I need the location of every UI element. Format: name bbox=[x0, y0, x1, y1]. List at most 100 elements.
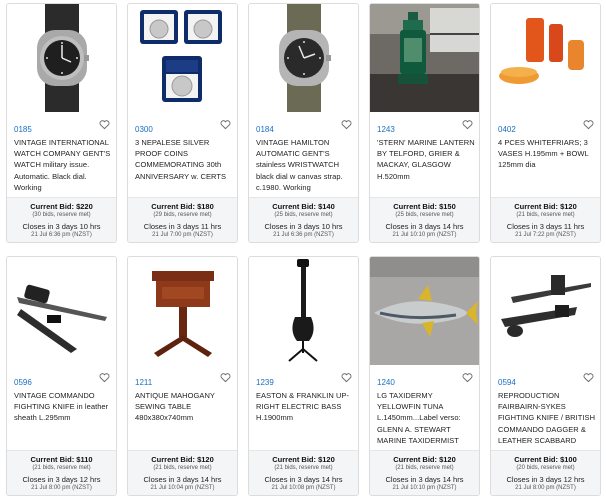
current-bid-label: Current Bid: bbox=[272, 202, 316, 211]
heart-outline-icon[interactable] bbox=[99, 372, 110, 383]
lot-number[interactable]: 0184 bbox=[256, 125, 274, 134]
lot-image-electric-bass[interactable] bbox=[249, 257, 358, 365]
lot-number[interactable]: 0596 bbox=[14, 378, 32, 387]
current-bid-value: $120 bbox=[560, 202, 577, 211]
lot-title[interactable]: VINTAGE INTERNATIONAL WATCH COMPANY GENT… bbox=[14, 137, 114, 195]
close-date: 21 Jul 7:22 pm (NZST) bbox=[515, 232, 576, 238]
bid-panel: Current Bid: $120 (21 bids, reserve met)… bbox=[128, 450, 237, 495]
close-date: 21 Jul 6:36 pm (NZST) bbox=[31, 232, 92, 238]
closes-in: Closes in 3 days 11 hrs bbox=[143, 222, 222, 231]
lot-image-vases[interactable] bbox=[491, 4, 600, 112]
lot-image-tuna[interactable] bbox=[370, 257, 479, 365]
lot-card[interactable]: 0184 VINTAGE HAMILTON AUTOMATIC GENT'S s… bbox=[248, 3, 359, 243]
current-bid-label: Current Bid: bbox=[272, 455, 316, 464]
bids-count: (29 bids, reserve met) bbox=[153, 212, 212, 218]
bid-panel: Current Bid: $220 (30 bids, reserve met)… bbox=[7, 197, 116, 242]
lot-image-lantern[interactable] bbox=[370, 4, 479, 112]
current-bid-value: $100 bbox=[560, 455, 577, 464]
lot-image-watch[interactable] bbox=[249, 4, 358, 112]
bid-panel: Current Bid: $150 (25 bids, reserve met)… bbox=[370, 197, 479, 242]
closes-in: Closes in 3 days 11 hrs bbox=[506, 222, 585, 231]
bid-panel: Current Bid: $120 (21 bids, reserve met)… bbox=[249, 450, 358, 495]
bids-count: (21 bids, reserve met) bbox=[274, 465, 333, 471]
lot-image-sewing-table[interactable] bbox=[128, 257, 237, 365]
current-bid-value: $120 bbox=[197, 455, 214, 464]
lot-title[interactable]: 4 PCES WHITEFRIARS; 3 VASES H.195mm + BO… bbox=[498, 137, 598, 195]
lot-card[interactable]: 0596 VINTAGE COMMANDO FIGHTING KNIFE in … bbox=[6, 256, 117, 496]
lot-card[interactable]: 0402 4 PCES WHITEFRIARS; 3 VASES H.195mm… bbox=[490, 3, 601, 243]
close-date: 21 Jul 10:10 pm (NZST) bbox=[392, 485, 457, 491]
lot-number[interactable]: 0300 bbox=[135, 125, 153, 134]
heart-outline-icon[interactable] bbox=[341, 372, 352, 383]
lot-image-coins[interactable] bbox=[128, 4, 237, 112]
lot-title[interactable]: 'STERN' MARINE LANTERN BY TELFORD, GRIER… bbox=[377, 137, 477, 195]
lot-card[interactable]: 0300 3 NEPALESE SILVER PROOF COINS COMME… bbox=[127, 3, 238, 243]
heart-outline-icon[interactable] bbox=[462, 372, 473, 383]
lot-title[interactable]: 3 NEPALESE SILVER PROOF COINS COMMEMORAT… bbox=[135, 137, 235, 195]
lot-card[interactable]: 1239 EASTON & FRANKLIN UP-RIGHT ELECTRIC… bbox=[248, 256, 359, 496]
heart-outline-icon[interactable] bbox=[220, 119, 231, 130]
current-bid-label: Current Bid: bbox=[514, 202, 558, 211]
lot-card[interactable]: 1211 ANTIQUE MAHOGANY SEWING TABLE 480x3… bbox=[127, 256, 238, 496]
lot-card[interactable]: 0594 REPRODUCTION FAIRBAIRN-SYKES FIGHTI… bbox=[490, 256, 601, 496]
heart-outline-icon[interactable] bbox=[583, 372, 594, 383]
lot-number[interactable]: 1211 bbox=[135, 378, 152, 387]
lot-title[interactable]: LG TAXIDERMY YELLOWFIN TUNA L.1450mm...L… bbox=[377, 390, 477, 448]
closes-in: Closes in 3 days 12 hrs bbox=[22, 475, 101, 484]
current-bid-value: $150 bbox=[439, 202, 456, 211]
closes-in: Closes in 3 days 14 hrs bbox=[385, 222, 464, 231]
lot-title[interactable]: EASTON & FRANKLIN UP-RIGHT ELECTRIC BASS… bbox=[256, 390, 356, 448]
lot-image-knife[interactable] bbox=[7, 257, 116, 365]
bids-count: (25 bids, reserve met) bbox=[395, 212, 454, 218]
lot-number[interactable]: 1239 bbox=[256, 378, 274, 387]
close-date: 21 Jul 7:00 pm (NZST) bbox=[152, 232, 213, 238]
lot-number[interactable]: 0402 bbox=[498, 125, 516, 134]
heart-outline-icon[interactable] bbox=[583, 119, 594, 130]
lot-title[interactable]: VINTAGE HAMILTON AUTOMATIC GENT'S stainl… bbox=[256, 137, 356, 195]
bids-count: (21 bids, reserve met) bbox=[395, 465, 454, 471]
close-date: 21 Jul 6:36 pm (NZST) bbox=[273, 232, 334, 238]
bids-count: (20 bids, reserve met) bbox=[516, 465, 575, 471]
listing-grid: 0185 VINTAGE INTERNATIONAL WATCH COMPANY… bbox=[6, 3, 604, 499]
lot-card[interactable]: 1240 LG TAXIDERMY YELLOWFIN TUNA L.1450m… bbox=[369, 256, 480, 496]
bid-panel: Current Bid: $120 (21 bids, reserve met)… bbox=[370, 450, 479, 495]
bid-panel: Current Bid: $100 (20 bids, reserve met)… bbox=[491, 450, 600, 495]
current-bid-value: $180 bbox=[197, 202, 214, 211]
close-date: 21 Jul 8:00 pm (NZST) bbox=[31, 485, 92, 491]
bids-count: (21 bids, reserve met) bbox=[153, 465, 212, 471]
current-bid-label: Current Bid: bbox=[393, 455, 437, 464]
heart-outline-icon[interactable] bbox=[220, 372, 231, 383]
lot-image-watch[interactable] bbox=[7, 4, 116, 112]
lot-image-dagger[interactable] bbox=[491, 257, 600, 365]
lot-card[interactable]: 1243 'STERN' MARINE LANTERN BY TELFORD, … bbox=[369, 3, 480, 243]
closes-in: Closes in 3 days 14 hrs bbox=[143, 475, 222, 484]
current-bid-label: Current Bid: bbox=[30, 455, 75, 464]
current-bid-value: $120 bbox=[318, 455, 335, 464]
current-bid-label: Current Bid: bbox=[514, 455, 558, 464]
heart-outline-icon[interactable] bbox=[462, 119, 473, 130]
closes-in: Closes in 3 days 10 hrs bbox=[264, 222, 343, 231]
current-bid-label: Current Bid: bbox=[151, 202, 195, 211]
lot-number[interactable]: 0594 bbox=[498, 378, 516, 387]
lot-card[interactable]: 0185 VINTAGE INTERNATIONAL WATCH COMPANY… bbox=[6, 3, 117, 243]
lot-title[interactable]: VINTAGE COMMANDO FIGHTING KNIFE in leath… bbox=[14, 390, 114, 448]
lot-title[interactable]: ANTIQUE MAHOGANY SEWING TABLE 480x380x74… bbox=[135, 390, 235, 448]
heart-outline-icon[interactable] bbox=[341, 119, 352, 130]
current-bid-value: $110 bbox=[76, 455, 93, 464]
bid-panel: Current Bid: $120 (21 bids, reserve met)… bbox=[491, 197, 600, 242]
close-date: 21 Jul 10:10 pm (NZST) bbox=[392, 232, 457, 238]
lot-number[interactable]: 0185 bbox=[14, 125, 32, 134]
closes-in: Closes in 3 days 12 hrs bbox=[506, 475, 585, 484]
current-bid-value: $220 bbox=[76, 202, 93, 211]
close-date: 21 Jul 10:04 pm (NZST) bbox=[150, 485, 215, 491]
bid-panel: Current Bid: $110 (21 bids, reserve met)… bbox=[7, 450, 116, 495]
lot-number[interactable]: 1243 bbox=[377, 125, 395, 134]
closes-in: Closes in 3 days 14 hrs bbox=[385, 475, 464, 484]
bids-count: (21 bids, reserve met) bbox=[516, 212, 575, 218]
current-bid-label: Current Bid: bbox=[393, 202, 437, 211]
bids-count: (21 bids, reserve met) bbox=[32, 465, 91, 471]
lot-title[interactable]: REPRODUCTION FAIRBAIRN-SYKES FIGHTING KN… bbox=[498, 390, 598, 448]
close-date: 21 Jul 8:00 pm (NZST) bbox=[515, 485, 576, 491]
heart-outline-icon[interactable] bbox=[99, 119, 110, 130]
lot-number[interactable]: 1240 bbox=[377, 378, 395, 387]
